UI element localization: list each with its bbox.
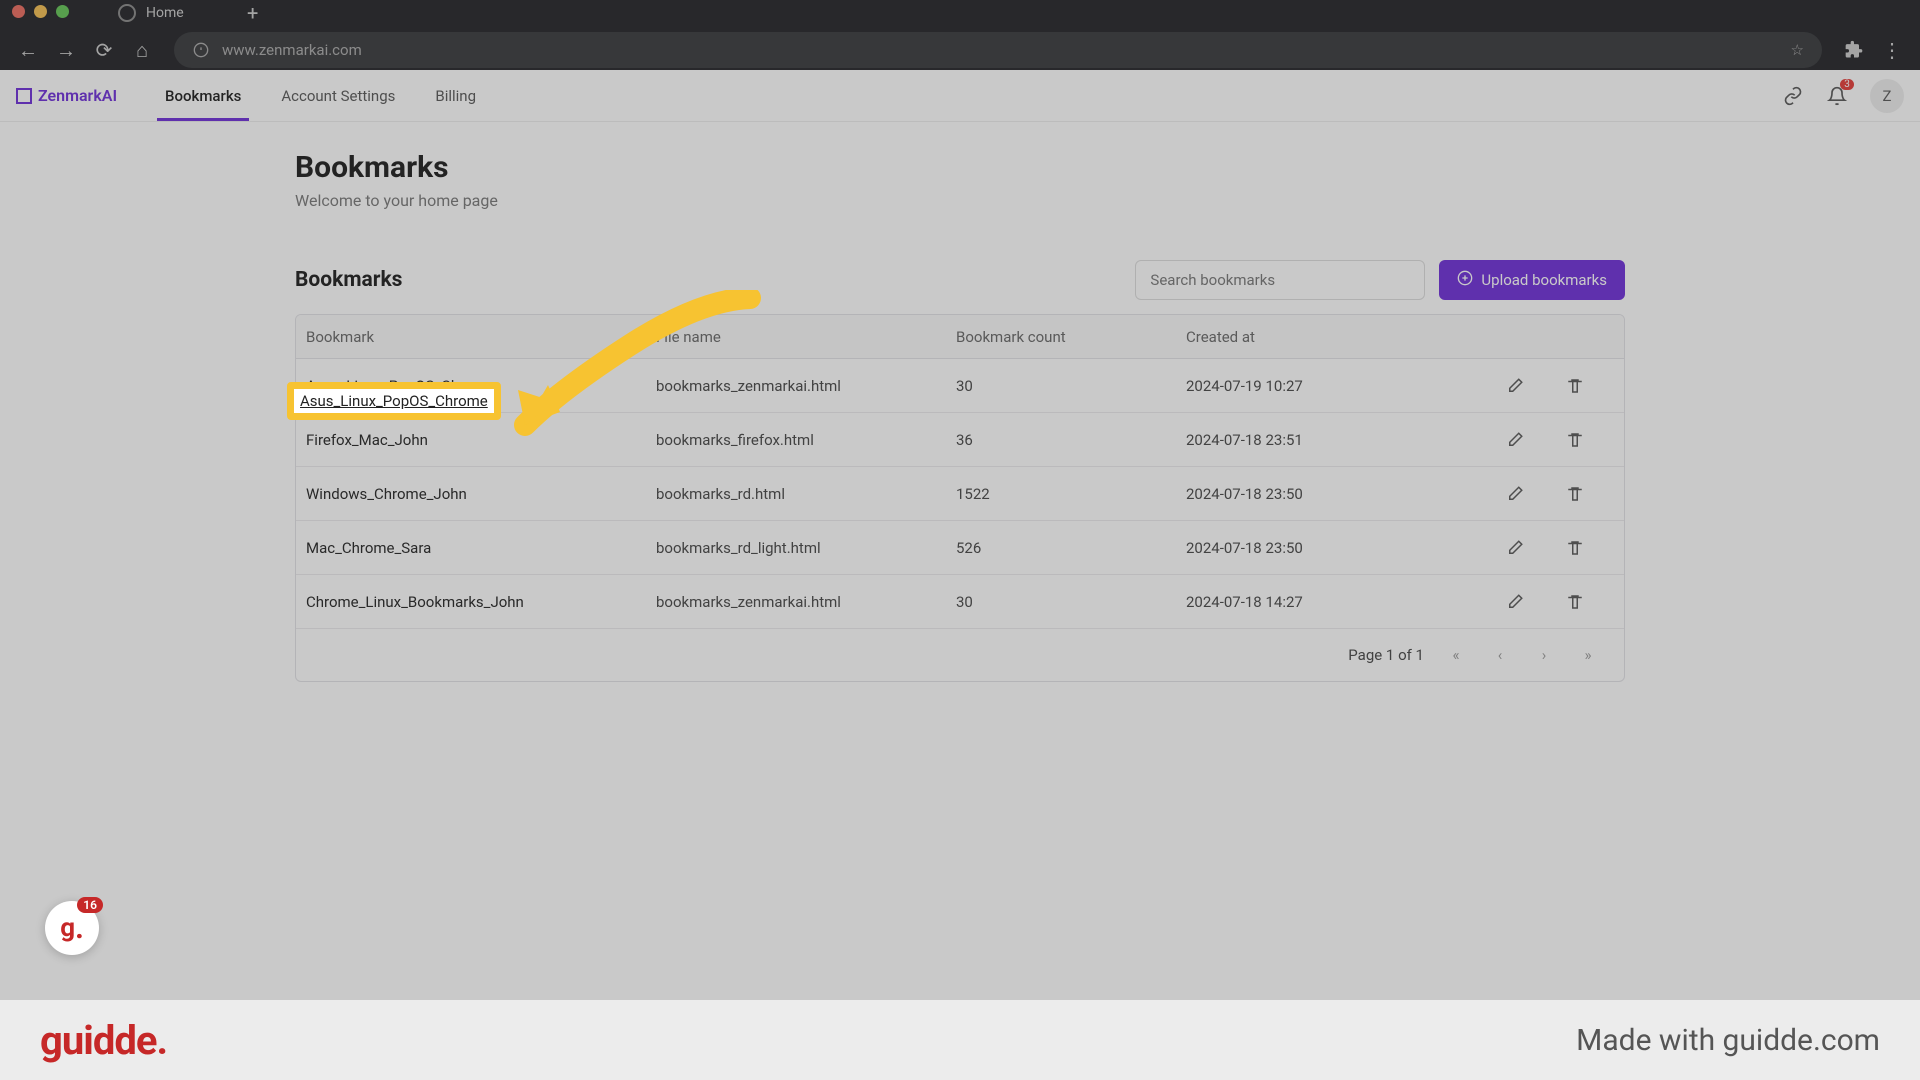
annotation-highlight: Asus_Linux_PopOS_Chrome (287, 382, 501, 420)
guidde-float-badge[interactable]: g. 16 (45, 901, 99, 955)
footer-made-with: Made with guidde.com (1576, 1023, 1880, 1058)
annotation-scrim (0, 0, 1920, 1000)
footer-brand: guidde. (40, 1017, 167, 1064)
float-badge-count: 16 (77, 897, 103, 913)
highlight-text: Asus_Linux_PopOS_Chrome (300, 392, 488, 410)
footer: guidde. Made with guidde.com (0, 1000, 1920, 1080)
